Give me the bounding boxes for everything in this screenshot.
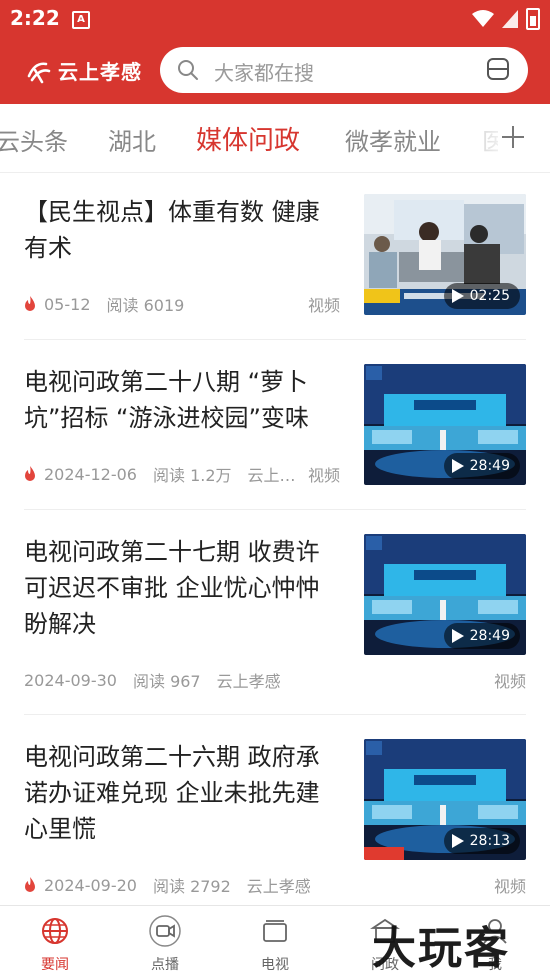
article-title: 电视问政第二十八期 “萝卜坑”招标 “游泳进校园”变味 — [24, 368, 309, 432]
duration-text: 02:25 — [469, 288, 510, 304]
add-channel-icon[interactable] — [498, 122, 528, 152]
article-thumbnail: 28:13 — [364, 739, 526, 860]
play-icon — [451, 629, 464, 643]
play-icon — [451, 834, 464, 848]
tab-weixiao-jiuye[interactable]: 微孝就业 — [345, 122, 441, 157]
article-title: 电视问政第二十七期 收费许可迟迟不审批 企业忧心忡忡盼解决 — [24, 538, 320, 638]
app-header: 2:22 A 云上孝感 大家都在搜 — [0, 0, 550, 104]
category-tabs: 云头条 湖北 媒体问政 微孝就业 医 — [0, 104, 550, 173]
article-source: 云上… — [247, 466, 296, 485]
play-icon — [451, 459, 464, 473]
article-thumbnail: 02:25 — [364, 194, 526, 315]
article-meta: 2024-12-06 阅读 1.2万 云上… — [24, 462, 296, 486]
status-icons — [472, 8, 540, 30]
nav-label: 要闻 — [41, 957, 69, 973]
nav-label: 点播 — [151, 957, 179, 973]
hot-flame-icon — [25, 296, 35, 311]
wifi-icon — [472, 10, 494, 27]
search-bar[interactable]: 大家都在搜 — [160, 47, 528, 93]
article-source: 云上孝感 — [216, 672, 281, 691]
scan-icon[interactable] — [486, 57, 510, 81]
signal-icon — [502, 10, 518, 28]
notification-icon: A — [72, 11, 90, 29]
globe-icon — [42, 918, 68, 944]
article-item[interactable]: 【民生视点】体重有数 健康有术 02:25 05-12 阅读 6019 视频 — [24, 194, 526, 334]
play-icon — [451, 289, 464, 303]
status-bar: 2:22 A — [0, 0, 550, 38]
article-meta: 05-12 阅读 6019 — [24, 292, 184, 316]
tab-media-wenzheng[interactable]: 媒体问政 — [196, 120, 300, 157]
article-tag: 视频 — [493, 877, 526, 896]
article-date: 2024-09-30 — [24, 670, 117, 690]
article-meta: 2024-09-30 阅读 967 云上孝感 — [24, 668, 281, 692]
article-item[interactable]: 电视问政第二十六期 政府承诺办证难兑现 企业未批先建心里慌 28:13 2024… — [24, 739, 526, 899]
hot-flame-icon — [25, 466, 35, 481]
hot-flame-icon — [25, 877, 35, 892]
divider — [24, 339, 526, 340]
divider — [24, 714, 526, 715]
tab-hubei[interactable]: 湖北 — [108, 122, 156, 157]
article-reads: 阅读 1.2万 — [152, 466, 232, 485]
article-tag: 视频 — [493, 672, 526, 691]
article-date: 2024-12-06 — [44, 464, 137, 484]
nav-label: 电视 — [261, 957, 289, 973]
search-icon — [178, 60, 198, 80]
article-tag: 视频 — [307, 296, 340, 315]
article-reads: 阅读 967 — [132, 672, 201, 691]
article-thumbnail: 28:49 — [364, 364, 526, 485]
article-meta: 2024-09-20 阅读 2792 云上孝感 — [24, 873, 311, 897]
video-duration-badge: 28:13 — [443, 828, 520, 854]
watermark-text: 大玩客 — [372, 923, 510, 974]
tv-icon — [263, 920, 287, 942]
article-title: 电视问政第二十六期 政府承诺办证难兑现 企业未批先建心里慌 — [24, 743, 320, 843]
video-duration-badge: 02:25 — [443, 283, 520, 309]
duration-text: 28:49 — [469, 458, 510, 474]
nav-item-dianshi[interactable]: 电视 — [235, 914, 315, 974]
article-thumbnail: 28:49 — [364, 534, 526, 655]
article-date: 2024-09-20 — [44, 875, 137, 895]
logo-icon — [27, 61, 51, 83]
article-date: 05-12 — [44, 294, 91, 314]
battery-icon — [526, 8, 540, 30]
divider — [24, 509, 526, 510]
article-tag: 视频 — [307, 466, 340, 485]
article-source: 云上孝感 — [246, 877, 311, 896]
article-title: 【民生视点】体重有数 健康有术 — [24, 198, 320, 262]
article-reads: 阅读 2792 — [152, 877, 231, 896]
video-duration-badge: 28:49 — [443, 453, 520, 479]
tab-yuntoutiao[interactable]: 云头条 — [0, 122, 68, 157]
brand-name: 云上孝感 — [58, 60, 142, 84]
search-placeholder: 大家都在搜 — [214, 61, 314, 85]
brand-logo[interactable]: 云上孝感 — [26, 56, 142, 85]
nav-item-yaowen[interactable]: 要闻 — [15, 914, 95, 974]
article-item[interactable]: 电视问政第二十八期 “萝卜坑”招标 “游泳进校园”变味 28:49 2024-1… — [24, 364, 526, 504]
duration-text: 28:49 — [469, 628, 510, 644]
video-duration-badge: 28:49 — [443, 623, 520, 649]
video-camera-icon — [149, 915, 181, 947]
article-item[interactable]: 电视问政第二十七期 收费许可迟迟不审批 企业忧心忡忡盼解决 28:49 2024… — [24, 534, 526, 694]
nav-item-dianbo[interactable]: 点播 — [125, 914, 205, 974]
article-reads: 阅读 6019 — [106, 296, 185, 315]
duration-text: 28:13 — [469, 833, 510, 849]
status-time: 2:22 — [10, 6, 60, 30]
